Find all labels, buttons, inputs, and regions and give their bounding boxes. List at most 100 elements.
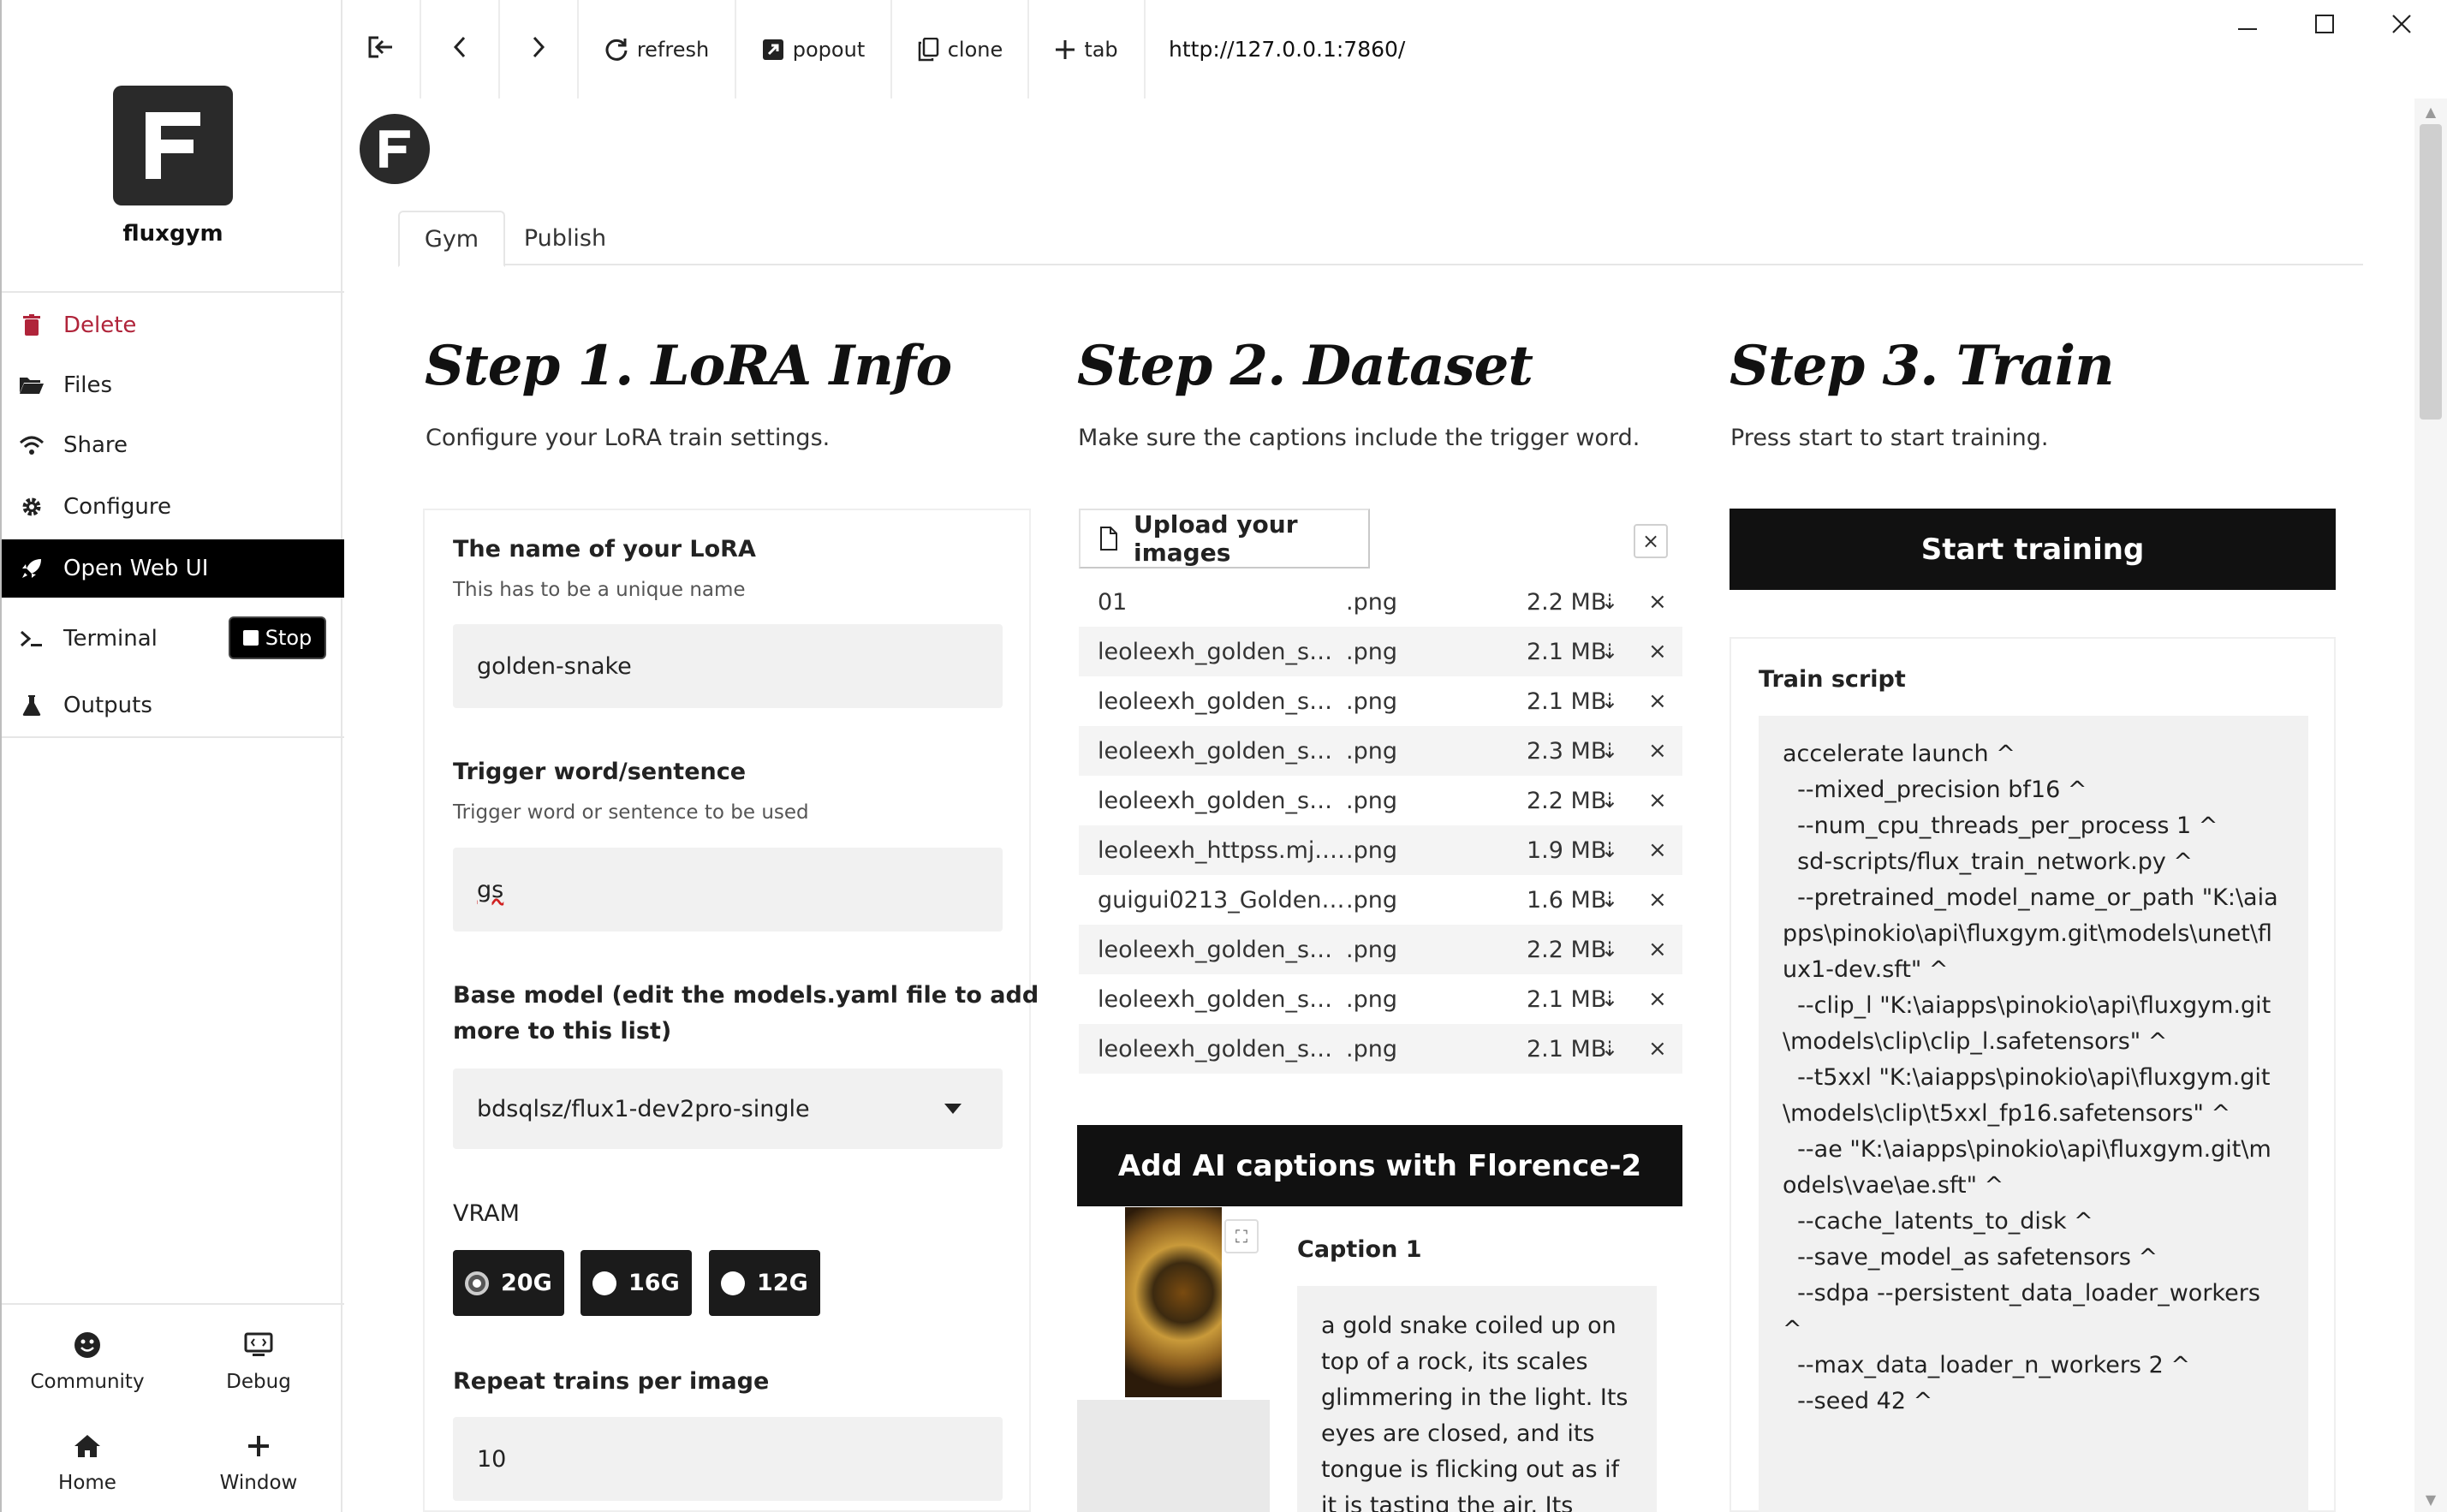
sidebar-item-share[interactable]: Share — [2, 416, 344, 474]
file-extension: .png — [1346, 787, 1397, 814]
copy-icon — [917, 37, 939, 62]
vram-option-12g[interactable]: 12G — [709, 1250, 820, 1316]
download-icon[interactable]: ⇣ — [1601, 838, 1618, 862]
file-extension: .png — [1346, 737, 1397, 765]
trigger-word-label: Trigger word/sentence — [453, 759, 747, 785]
uploaded-file-list: 01 .png 2.2 MB ⇣ × leoleexh_golden_sn… .png 2.1… — [1079, 577, 1682, 1074]
new-tab-button[interactable]: tab — [1029, 0, 1146, 98]
download-icon[interactable]: ⇣ — [1601, 888, 1618, 912]
forward-button[interactable] — [500, 0, 579, 98]
download-icon[interactable]: ⇣ — [1601, 689, 1618, 713]
scrollbar-thumb[interactable] — [2420, 124, 2442, 420]
sign-out-icon — [366, 34, 396, 65]
train-script-textarea[interactable]: accelerate launch ^ --mixed_precision bf… — [1759, 716, 2308, 1512]
community-button[interactable]: Community — [2, 1313, 173, 1408]
file-size: 1.6 MB — [1527, 886, 1607, 914]
radio-selected-icon — [465, 1271, 489, 1295]
minimize-button[interactable] — [2209, 9, 2286, 43]
download-icon[interactable]: ⇣ — [1601, 640, 1618, 664]
base-model-label-line1: Base model (edit the models.yaml file to… — [453, 982, 1039, 1009]
download-icon[interactable]: ⇣ — [1601, 987, 1618, 1011]
rocket-icon — [19, 556, 45, 581]
url-bar[interactable]: http://127.0.0.1:7860/ — [1169, 0, 1405, 98]
file-extension: .png — [1346, 688, 1397, 715]
home-icon — [73, 1429, 102, 1463]
tab-publish[interactable]: Publish — [514, 211, 616, 265]
clear-files-button[interactable]: × — [1634, 524, 1668, 558]
sidebar: fluxgym Delete Files Share Configure Ope… — [0, 0, 344, 1512]
refresh-button[interactable]: refresh — [579, 0, 736, 98]
close-window-button[interactable] — [2363, 9, 2440, 43]
file-name: guigui0213_Golden_… — [1098, 886, 1346, 914]
chevron-right-icon — [530, 35, 547, 64]
caption-1-textarea[interactable]: a gold snake coiled up on top of a rock,… — [1297, 1286, 1657, 1512]
download-icon[interactable]: ⇣ — [1601, 739, 1618, 763]
file-name: leoleexh_golden_sn… — [1098, 1035, 1346, 1063]
base-model-select[interactable]: bdsqlsz/flux1-dev2pro-single — [453, 1069, 1003, 1149]
stop-button[interactable]: Stop — [229, 616, 326, 659]
sidebar-item-label: Delete — [63, 313, 137, 338]
maximize-button[interactable] — [2286, 9, 2363, 43]
start-training-button[interactable]: Start training — [1730, 509, 2336, 590]
home-button[interactable]: Home — [2, 1414, 173, 1509]
sidebar-item-delete[interactable]: Delete — [2, 296, 344, 354]
download-icon[interactable]: ⇣ — [1601, 938, 1618, 961]
remove-file-icon[interactable]: × — [1648, 837, 1667, 863]
sidebar-item-label: Open Web UI — [63, 556, 209, 581]
caption-1-label: Caption 1 — [1297, 1236, 1422, 1263]
sidebar-item-open-web-ui[interactable]: Open Web UI — [2, 539, 344, 598]
sidebar-item-files[interactable]: Files — [2, 356, 344, 414]
add-ai-captions-button[interactable]: Add AI captions with Florence-2 — [1077, 1125, 1682, 1206]
tab-gym[interactable]: Gym — [398, 211, 505, 267]
remove-file-icon[interactable]: × — [1648, 788, 1667, 813]
remove-file-icon[interactable]: × — [1648, 887, 1667, 913]
file-row: leoleexh_golden_sn… .png 2.1 MB ⇣ × — [1079, 627, 1682, 676]
lora-name-input[interactable]: golden-snake — [453, 624, 1003, 708]
back-button[interactable] — [421, 0, 500, 98]
plus-icon — [247, 1429, 271, 1463]
sidebar-item-outputs[interactable]: Outputs — [2, 676, 344, 735]
main-tabs: Gym Publish — [398, 211, 2363, 267]
download-icon[interactable]: ⇣ — [1601, 590, 1618, 614]
file-name: leoleexh_golden_sn… — [1098, 638, 1346, 665]
debug-button[interactable]: Debug — [173, 1313, 344, 1408]
remove-file-icon[interactable]: × — [1648, 1036, 1667, 1062]
remove-file-icon[interactable]: × — [1648, 639, 1667, 664]
vram-option-20g[interactable]: 20G — [453, 1250, 564, 1316]
folder-open-icon — [19, 372, 45, 398]
download-icon[interactable]: ⇣ — [1601, 1037, 1618, 1061]
file-size: 2.1 MB — [1527, 688, 1607, 715]
file-icon — [1099, 527, 1118, 551]
file-extension: .png — [1346, 936, 1397, 963]
scroll-up-icon[interactable]: ▲ — [2420, 100, 2442, 122]
download-icon[interactable]: ⇣ — [1601, 789, 1618, 813]
file-size: 2.2 MB — [1527, 936, 1607, 963]
remove-file-icon[interactable]: × — [1648, 738, 1667, 764]
close-icon — [2391, 14, 2412, 38]
trigger-word-hint: Trigger word or sentence to be used — [453, 801, 809, 824]
remove-file-icon[interactable]: × — [1648, 688, 1667, 714]
vram-option-16g[interactable]: 16G — [580, 1250, 692, 1316]
remove-file-icon[interactable]: × — [1648, 589, 1667, 615]
trigger-word-input[interactable]: gs — [453, 848, 1003, 932]
new-window-button[interactable]: Window — [173, 1414, 344, 1509]
remove-file-icon[interactable]: × — [1648, 937, 1667, 962]
repeat-trains-input[interactable]: 10 — [453, 1417, 1003, 1501]
scroll-down-icon[interactable]: ▼ — [2420, 1488, 2442, 1510]
chevron-left-icon — [451, 35, 468, 64]
vram-label: VRAM — [453, 1200, 520, 1227]
file-row: leoleexh_httpss.mj.r… .png 1.9 MB ⇣ × — [1079, 825, 1682, 875]
sidebar-item-configure[interactable]: Configure — [2, 478, 344, 536]
file-size: 2.2 MB — [1527, 588, 1607, 616]
upload-images-button[interactable]: Upload your images — [1079, 509, 1370, 568]
plus-icon — [1055, 39, 1075, 60]
popout-button[interactable]: popout — [736, 0, 892, 98]
lora-name-hint: This has to be a unique name — [453, 579, 746, 601]
clone-button[interactable]: clone — [892, 0, 1029, 98]
remove-file-icon[interactable]: × — [1648, 986, 1667, 1012]
maximize-icon — [2315, 15, 2334, 37]
expand-icon[interactable]: ⛶ — [1224, 1219, 1259, 1253]
repeat-trains-label: Repeat trains per image — [453, 1368, 770, 1395]
file-row: 01 .png 2.2 MB ⇣ × — [1079, 577, 1682, 627]
exit-button[interactable] — [342, 0, 421, 98]
